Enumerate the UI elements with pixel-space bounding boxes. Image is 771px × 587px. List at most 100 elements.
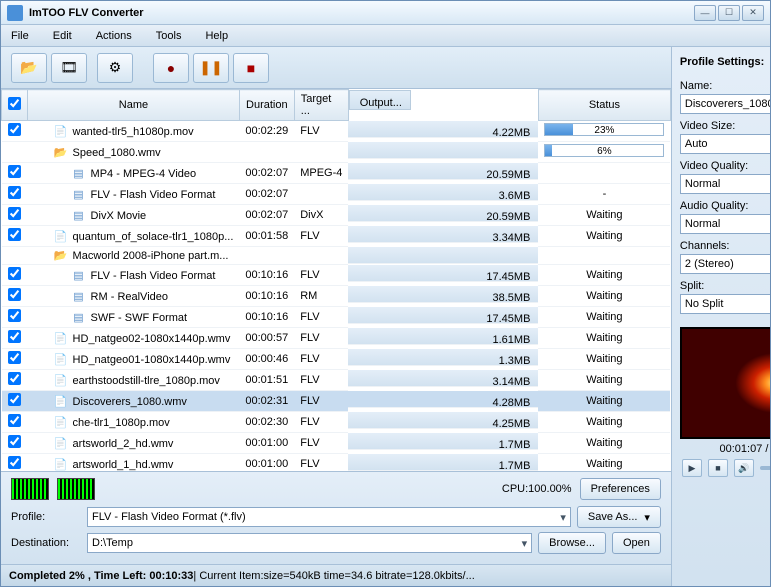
- add-file-button[interactable]: 📂: [11, 53, 47, 83]
- maximize-button[interactable]: ☐: [718, 5, 740, 21]
- menu-actions[interactable]: Actions: [96, 30, 132, 42]
- name-label: Name:: [680, 80, 770, 92]
- playback-time: 00:01:07 / 00:02:31: [680, 443, 770, 455]
- video-quality-label: Video Quality:: [680, 160, 770, 172]
- row-checkbox[interactable]: [8, 330, 21, 343]
- menu-tools[interactable]: Tools: [156, 30, 182, 42]
- row-checkbox[interactable]: [8, 165, 21, 178]
- file-icon: 📄: [52, 374, 70, 387]
- table-row[interactable]: 📄 HD_natgeo01-1080x1440p.wmv00:00:46FLV1…: [2, 349, 671, 370]
- doc-icon: ▤: [70, 290, 88, 303]
- doc-icon: ▤: [70, 311, 88, 324]
- row-checkbox[interactable]: [8, 309, 21, 322]
- progress-bar: 6%: [544, 144, 664, 157]
- open-button[interactable]: Open: [612, 532, 661, 554]
- row-checkbox[interactable]: [8, 267, 21, 280]
- row-checkbox[interactable]: [8, 372, 21, 385]
- table-row[interactable]: 📄 wanted-tlr5_h1080p.mov00:02:29FLV4.22M…: [2, 121, 671, 142]
- row-checkbox[interactable]: [8, 393, 21, 406]
- menubar: File Edit Actions Tools Help: [1, 25, 770, 47]
- row-checkbox[interactable]: [8, 351, 21, 364]
- table-row[interactable]: 📄 Discoverers_1080.wmv00:02:31FLV4.28MBW…: [2, 391, 671, 412]
- file-grid[interactable]: Name Duration Target ... Output... Statu…: [1, 89, 671, 471]
- split-label: Split:: [680, 280, 770, 292]
- audio-quality-label: Audio Quality:: [680, 200, 770, 212]
- row-checkbox[interactable]: [8, 456, 21, 469]
- table-row[interactable]: ▤ RM - RealVideo00:10:16RM38.5MBWaiting: [2, 286, 671, 307]
- file-icon: 📄: [52, 353, 70, 366]
- video-size-label: Video Size:: [680, 120, 770, 132]
- table-row[interactable]: ▤ SWF - SWF Format00:10:16FLV17.45MBWait…: [2, 307, 671, 328]
- status-current-item: | Current Item:size=540kB time=34.6 bitr…: [193, 570, 474, 582]
- folder-icon: 📂: [52, 146, 70, 159]
- select-all-checkbox[interactable]: [8, 97, 21, 110]
- profile-label: Profile:: [11, 511, 81, 523]
- row-checkbox[interactable]: [8, 288, 21, 301]
- table-row[interactable]: 📄 earthstoodstill-tlre_1080p.mov00:01:51…: [2, 370, 671, 391]
- play-button[interactable]: ▶: [682, 459, 702, 477]
- row-checkbox[interactable]: [8, 186, 21, 199]
- titlebar: ImTOO FLV Converter — ☐ ✕: [1, 1, 770, 25]
- table-row[interactable]: 📄 che-tlr1_1080p.mov00:02:30FLV4.25MBWai…: [2, 412, 671, 433]
- save-as-button[interactable]: Save As...▾: [577, 506, 661, 528]
- table-row[interactable]: 📄 artsworld_1_hd.wmv00:01:00FLV1.7MBWait…: [2, 454, 671, 472]
- stop-playback-button[interactable]: ■: [708, 459, 728, 477]
- minimize-button[interactable]: —: [694, 5, 716, 21]
- cpu-graph-2: [57, 478, 95, 500]
- row-checkbox[interactable]: [8, 228, 21, 241]
- col-status[interactable]: Status: [538, 90, 670, 121]
- preferences-button[interactable]: Preferences: [580, 478, 661, 500]
- row-checkbox[interactable]: [8, 435, 21, 448]
- table-row[interactable]: ▤ FLV - Flash Video Format00:10:16FLV17.…: [2, 265, 671, 286]
- remove-file-button[interactable]: 🎞: [51, 53, 87, 83]
- menu-file[interactable]: File: [11, 30, 29, 42]
- file-icon: 📄: [52, 125, 70, 138]
- volume-slider[interactable]: [760, 466, 770, 470]
- file-icon: 📄: [52, 230, 70, 243]
- table-row[interactable]: ▤ FLV - Flash Video Format00:02:073.6MB-: [2, 184, 671, 205]
- col-target[interactable]: Target ...: [294, 90, 348, 121]
- record-button[interactable]: ●: [153, 53, 189, 83]
- destination-label: Destination:: [11, 537, 81, 549]
- profile-combo[interactable]: FLV - Flash Video Format (*.flv): [87, 507, 571, 527]
- toolbar: 📂 🎞 ⚙ ● ❚❚ ■: [1, 47, 671, 89]
- stop-button[interactable]: ■: [233, 53, 269, 83]
- app-window: ImTOO FLV Converter — ☐ ✕ File Edit Acti…: [0, 0, 771, 587]
- menu-edit[interactable]: Edit: [53, 30, 72, 42]
- close-button[interactable]: ✕: [742, 5, 764, 21]
- row-checkbox[interactable]: [8, 207, 21, 220]
- volume-icon[interactable]: 🔊: [734, 459, 754, 477]
- table-row[interactable]: 📄 artsworld_2_hd.wmv00:01:00FLV1.7MBWait…: [2, 433, 671, 454]
- file-icon: 📄: [52, 395, 70, 408]
- profile-settings-title: Profile Settings:: [680, 56, 764, 68]
- video-preview: [680, 327, 770, 439]
- statusbar: Completed 2% , Time Left: 00:10:33 | Cur…: [1, 564, 671, 586]
- split-select[interactable]: No Split: [680, 294, 770, 314]
- file-icon: 📄: [52, 332, 70, 345]
- table-row[interactable]: 📂 Macworld 2008-iPhone part.m...: [2, 247, 671, 265]
- table-row[interactable]: 📂 Speed_1080.wmv6%: [2, 142, 671, 163]
- table-row[interactable]: ▤ MP4 - MPEG-4 Video00:02:07MPEG-420.59M…: [2, 163, 671, 184]
- cpu-graph-1: [11, 478, 49, 500]
- doc-icon: ▤: [70, 209, 88, 222]
- name-input[interactable]: [680, 94, 770, 114]
- row-checkbox[interactable]: [8, 123, 21, 136]
- table-row[interactable]: ▤ DivX Movie00:02:07DivX20.59MBWaiting: [2, 205, 671, 226]
- doc-icon: ▤: [70, 188, 88, 201]
- video-quality-select[interactable]: Normal: [680, 174, 770, 194]
- video-size-select[interactable]: Auto: [680, 134, 770, 154]
- menu-help[interactable]: Help: [205, 30, 228, 42]
- channels-select[interactable]: 2 (Stereo): [680, 254, 770, 274]
- audio-quality-select[interactable]: Normal: [680, 214, 770, 234]
- browse-button[interactable]: Browse...: [538, 532, 606, 554]
- col-duration[interactable]: Duration: [239, 90, 294, 121]
- settings-button[interactable]: ⚙: [97, 53, 133, 83]
- pause-button[interactable]: ❚❚: [193, 53, 229, 83]
- col-output[interactable]: Output...: [349, 90, 411, 110]
- row-checkbox[interactable]: [8, 414, 21, 427]
- col-name[interactable]: Name: [28, 90, 240, 121]
- file-icon: 📄: [52, 437, 70, 450]
- table-row[interactable]: 📄 HD_natgeo02-1080x1440p.wmv00:00:57FLV1…: [2, 328, 671, 349]
- destination-combo[interactable]: D:\Temp: [87, 533, 532, 553]
- table-row[interactable]: 📄 quantum_of_solace-tlr1_1080p...00:01:5…: [2, 226, 671, 247]
